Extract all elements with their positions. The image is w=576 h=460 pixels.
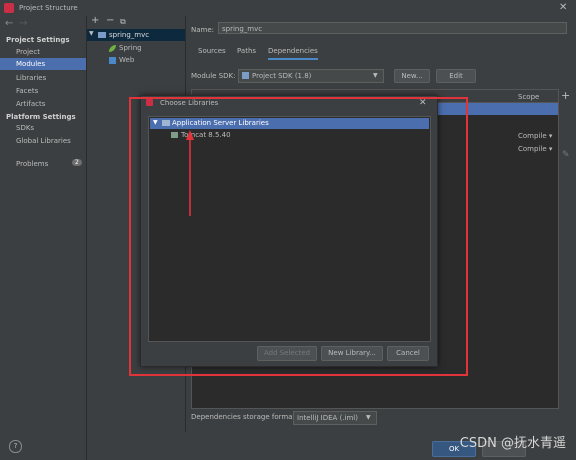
module-name-field[interactable]: spring_mvc [218,22,567,34]
web-module-icon [109,57,116,64]
scope-select[interactable]: Compile ▾ [518,145,552,153]
chevron-down-icon: ▼ [366,414,371,421]
sidebar-item-problems[interactable]: Problems [16,160,48,168]
tree-node-web[interactable]: Web [107,55,182,66]
module-sdk-select[interactable]: Project SDK (1.8) ▼ [238,69,384,83]
scope-column-header: Scope [518,93,540,101]
intellij-app-icon [146,99,153,106]
window-title: Project Structure [19,4,78,12]
add-dependency-icon[interactable]: + [561,89,570,102]
tree-node-label: spring_mvc [109,31,150,39]
module-folder-icon [98,32,106,38]
sidebar-item-modules[interactable]: Modules [0,58,86,70]
tree-node-spring-mvc[interactable]: ▼ spring_mvc [87,29,185,41]
new-sdk-button[interactable]: New... [394,69,430,83]
edit-dependency-icon[interactable]: ✎ [562,150,570,160]
sidebar-item-sdks[interactable]: SDKs [16,124,34,132]
tree-group-label: Application Server Libraries [172,119,269,127]
tree-group-application-server-libraries[interactable]: ▼ Application Server Libraries [150,118,429,129]
remove-icon[interactable]: − [106,15,114,26]
module-sdk-label: Module SDK: [191,72,236,80]
tree-node-label: Web [119,56,135,64]
sidebar-item-project[interactable]: Project [16,48,40,56]
intellij-app-icon [4,3,14,13]
storage-format-select[interactable]: IntelliJ IDEA (.iml) ▼ [293,411,377,425]
sidebar-item-facets[interactable]: Facets [16,87,38,95]
new-library-button[interactable]: New Library... [321,346,383,361]
spring-leaf-icon [109,45,116,52]
dialog-title: Choose Libraries [160,99,219,107]
sidebar-item-libraries[interactable]: Libraries [16,74,46,82]
close-window-icon[interactable]: ✕ [559,2,567,13]
chevron-down-icon: ▼ [373,72,378,79]
name-label: Name: [191,26,215,34]
sdk-value: Project SDK (1.8) [252,72,312,80]
tab-dependencies[interactable]: Dependencies [268,47,318,60]
edit-sdk-button[interactable]: Edit [436,69,476,83]
sidebar-item-artifacts[interactable]: Artifacts [16,100,45,108]
platform-settings-header: Platform Settings [6,113,76,121]
expand-arrow-icon[interactable]: ▼ [89,30,94,37]
tab-sources[interactable]: Sources [198,47,226,58]
library-icon [171,132,178,138]
library-folder-icon [162,120,170,126]
add-selected-button[interactable]: Add Selected [257,346,317,361]
add-icon[interactable]: + [91,15,99,26]
sidebar-item-global-libraries[interactable]: Global Libraries [16,137,71,145]
back-arrow-icon[interactable]: ← [5,18,13,29]
storage-format-label: Dependencies storage format: [191,413,298,421]
tree-node-label: Spring [119,44,142,52]
help-button[interactable]: ? [9,440,22,453]
annotation-arrow [186,130,194,216]
settings-sidebar: ← → Project Settings Project Modules Lib… [0,16,87,460]
tree-node-spring[interactable]: Spring [107,43,182,54]
project-settings-header: Project Settings [6,36,70,44]
tab-paths[interactable]: Paths [237,47,256,58]
scope-select[interactable]: Compile ▾ [518,132,552,140]
expand-arrow-icon[interactable]: ▼ [153,119,158,126]
problems-count-badge: 2 [72,159,82,166]
close-dialog-icon[interactable]: ✕ [419,98,427,108]
storage-format-value: IntelliJ IDEA (.iml) [297,414,358,422]
sdk-folder-icon [242,72,249,79]
copy-icon[interactable]: ⧉ [120,17,126,27]
forward-arrow-icon[interactable]: → [19,18,27,29]
title-bar: Project Structure ✕ [0,0,576,17]
cancel-dialog-button[interactable]: Cancel [387,346,429,361]
watermark: CSDN @抚水青遥 [459,436,566,451]
